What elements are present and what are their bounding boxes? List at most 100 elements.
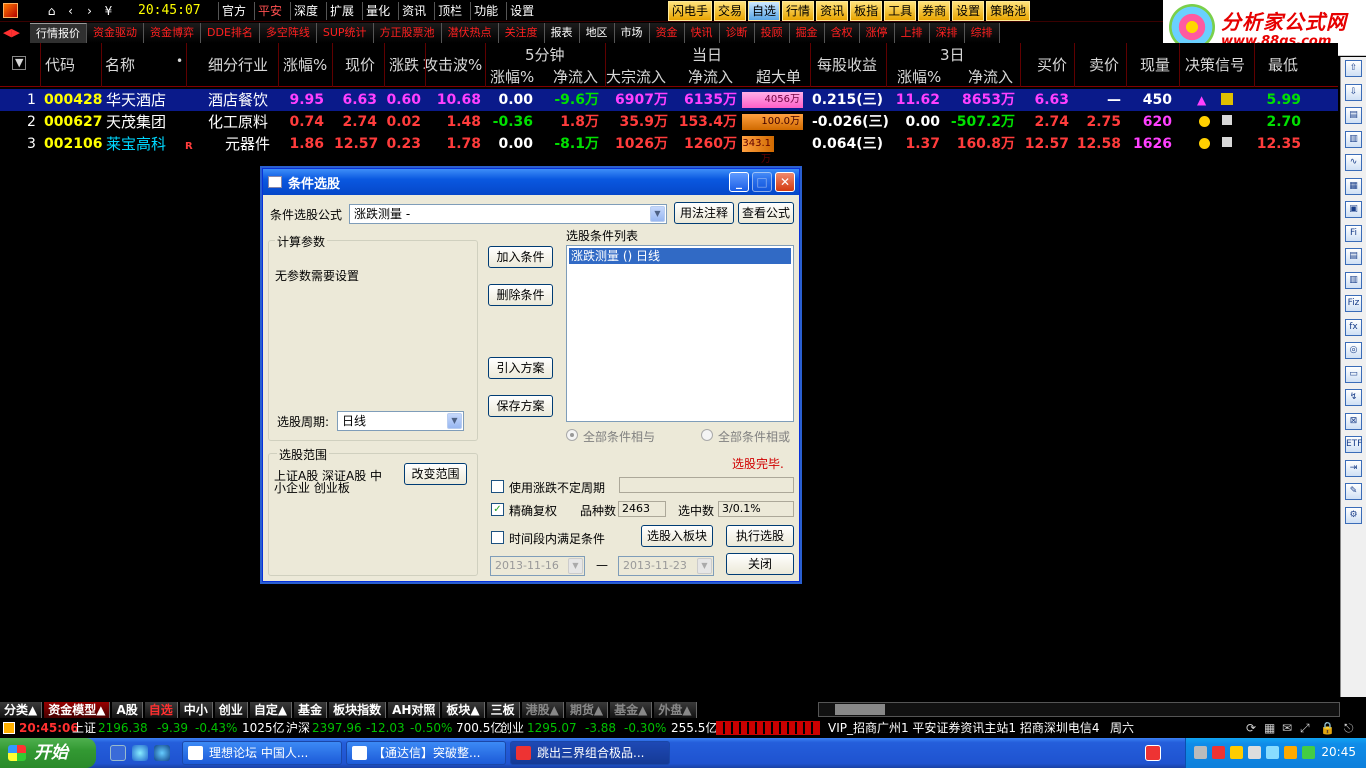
dialog-title-bar[interactable]: 条件选股 _ □ ✕ <box>263 169 799 195</box>
table-row[interactable]: 1 000428 华天酒店 酒店餐饮 9.95 6.63 0.60 10.68 … <box>0 89 1338 111</box>
to-block-button[interactable]: 选股入板块 <box>641 525 713 547</box>
col-signal[interactable]: 决策信号 <box>1185 54 1245 75</box>
sogou-icon[interactable] <box>1145 745 1161 761</box>
tab-item[interactable]: 市场 <box>614 23 650 43</box>
task-button[interactable]: 【通达信】突破整... <box>346 741 506 765</box>
radio-or[interactable] <box>701 429 713 441</box>
network-icon[interactable] <box>1266 746 1279 759</box>
security-icon[interactable] <box>1302 746 1315 759</box>
tab-item[interactable]: 资金博弈 <box>144 23 201 43</box>
expand-icon[interactable]: ⤢ <box>1300 720 1310 736</box>
tab-item[interactable]: 涨停 <box>859 23 895 43</box>
category-tab[interactable]: 港股▲ <box>521 701 564 718</box>
category-tab[interactable]: 创业 <box>214 701 248 718</box>
exit-icon[interactable]: ⎋ <box>1344 720 1354 736</box>
formula-select[interactable]: 涨跌测量 - ▼ <box>349 204 667 224</box>
ime-icon[interactable] <box>1212 746 1225 759</box>
sidebar-tool-icon[interactable]: ⊠ <box>1345 412 1362 430</box>
menu-item[interactable]: 量化 <box>362 2 398 20</box>
tray-arrow-icon[interactable] <box>1194 746 1207 759</box>
tab-item[interactable]: 地区 <box>579 23 615 43</box>
tab-item[interactable]: 含权 <box>824 23 860 43</box>
col-big-flow[interactable]: 大宗流入 <box>606 66 666 87</box>
sidebar-tool-icon[interactable]: ✎ <box>1345 483 1362 500</box>
tool-button[interactable]: 交易 <box>714 1 747 21</box>
col-name[interactable]: 名称 <box>105 54 135 75</box>
col-change-pct[interactable]: 涨幅% <box>283 54 327 75</box>
moon-icon[interactable] <box>1230 746 1243 759</box>
tab-item[interactable]: 快讯 <box>684 23 720 43</box>
mail-icon[interactable]: ✉ <box>1282 720 1292 736</box>
column-menu-icon[interactable]: ▼ <box>12 56 27 70</box>
grid-icon[interactable]: ▦ <box>1264 720 1275 736</box>
execute-button[interactable]: 执行选股 <box>726 525 794 547</box>
category-tab[interactable]: 中小 <box>179 701 213 718</box>
tab-item[interactable]: 掘金 <box>789 23 825 43</box>
menu-item[interactable]: 扩展 <box>326 2 362 20</box>
tab-item[interactable]: 资金驱动 <box>87 23 144 43</box>
sidebar-tool-icon[interactable]: fx <box>1345 318 1362 336</box>
close-window-button[interactable]: ✕ <box>775 172 795 192</box>
tab-item[interactable]: 行情报价 <box>30 23 87 43</box>
tool-button[interactable]: 闪电手 <box>668 1 713 21</box>
delete-condition-button[interactable]: 删除条件 <box>488 284 553 306</box>
tab-item[interactable]: 诊断 <box>719 23 755 43</box>
category-tab[interactable]: 基金▲ <box>610 701 653 718</box>
col-industry[interactable]: 细分行业 <box>208 54 268 75</box>
col-change[interactable]: 涨跌 <box>389 54 419 75</box>
category-tab[interactable]: 期货▲ <box>565 701 609 718</box>
col-code[interactable]: 代码 <box>45 54 75 75</box>
collapse-icon[interactable]: ¥ <box>101 2 116 20</box>
col-bid[interactable]: 买价 <box>1037 54 1067 75</box>
home-icon[interactable]: ⌂ <box>44 2 59 20</box>
col-today-flow[interactable]: 净流入 <box>688 66 733 87</box>
sidebar-tool-icon[interactable]: ∿ <box>1345 154 1362 171</box>
sidebar-tool-icon[interactable]: ⚙ <box>1345 506 1362 524</box>
sidebar-tool-icon[interactable]: ▤ <box>1345 248 1362 265</box>
volume-icon[interactable] <box>1248 746 1261 759</box>
tool-button[interactable]: 工具 <box>884 1 917 21</box>
tab-item[interactable]: 方正股票池 <box>373 23 442 43</box>
menu-item[interactable]: 功能 <box>470 2 506 20</box>
tool-button[interactable]: 自选 <box>748 1 781 21</box>
tool-button[interactable]: 设置 <box>952 1 985 21</box>
sidebar-tool-icon[interactable]: ↯ <box>1345 389 1362 406</box>
task-button[interactable]: 跳出三界组合极品... <box>510 741 670 765</box>
save-plan-button[interactable]: 保存方案 <box>488 395 553 417</box>
view-formula-button[interactable]: 查看公式 <box>738 202 794 224</box>
minimize-button[interactable]: _ <box>729 172 749 192</box>
browser-icon[interactable] <box>132 745 148 761</box>
col-3d-flow[interactable]: 净流入 <box>968 66 1013 87</box>
sidebar-tool-icon[interactable]: ▥ <box>1345 271 1362 289</box>
use-period-checkbox[interactable] <box>491 480 504 493</box>
category-tab[interactable]: AH对照 <box>388 701 441 718</box>
category-tab[interactable]: 基金 <box>294 701 328 718</box>
tab-item[interactable]: 多空阵线 <box>259 23 317 43</box>
usage-notes-button[interactable]: 用法注释 <box>674 202 734 224</box>
col-5min-pct[interactable]: 涨幅% <box>490 66 534 87</box>
sidebar-tool-icon[interactable]: ⇩ <box>1345 83 1362 101</box>
sidebar-tool-icon[interactable]: ◎ <box>1345 342 1362 359</box>
tab-item[interactable]: 上排 <box>894 23 930 43</box>
radio-and[interactable] <box>566 429 578 441</box>
category-tab[interactable]: 外盘▲ <box>654 701 697 718</box>
tab-item[interactable]: 关注度 <box>498 23 545 43</box>
col-ask[interactable]: 卖价 <box>1089 54 1119 75</box>
category-tab[interactable]: 板块▲ <box>442 701 485 718</box>
col-super[interactable]: 超大单 <box>756 66 801 87</box>
col-low[interactable]: 最低 <box>1268 54 1298 75</box>
ie-icon[interactable] <box>154 745 170 761</box>
tool-button[interactable]: 行情 <box>782 1 815 21</box>
show-desktop-icon[interactable] <box>110 745 126 761</box>
menu-item[interactable]: 官方 <box>218 2 254 20</box>
col-volume[interactable]: 现量 <box>1140 54 1170 75</box>
category-tab[interactable]: 自定▲ <box>249 701 293 718</box>
lock-icon[interactable]: 🔒 <box>1320 720 1335 736</box>
sidebar-tool-icon[interactable]: Fiz <box>1345 295 1362 312</box>
category-tab[interactable]: 分类▲ <box>0 701 43 718</box>
time-range-checkbox[interactable] <box>491 531 504 544</box>
sidebar-tool-icon[interactable]: ▤ <box>1345 107 1362 124</box>
exact-adjust-checkbox[interactable]: ✓ <box>491 503 504 516</box>
menu-item[interactable]: 顶栏 <box>434 2 470 20</box>
sidebar-tool-icon[interactable]: ▣ <box>1345 201 1362 218</box>
